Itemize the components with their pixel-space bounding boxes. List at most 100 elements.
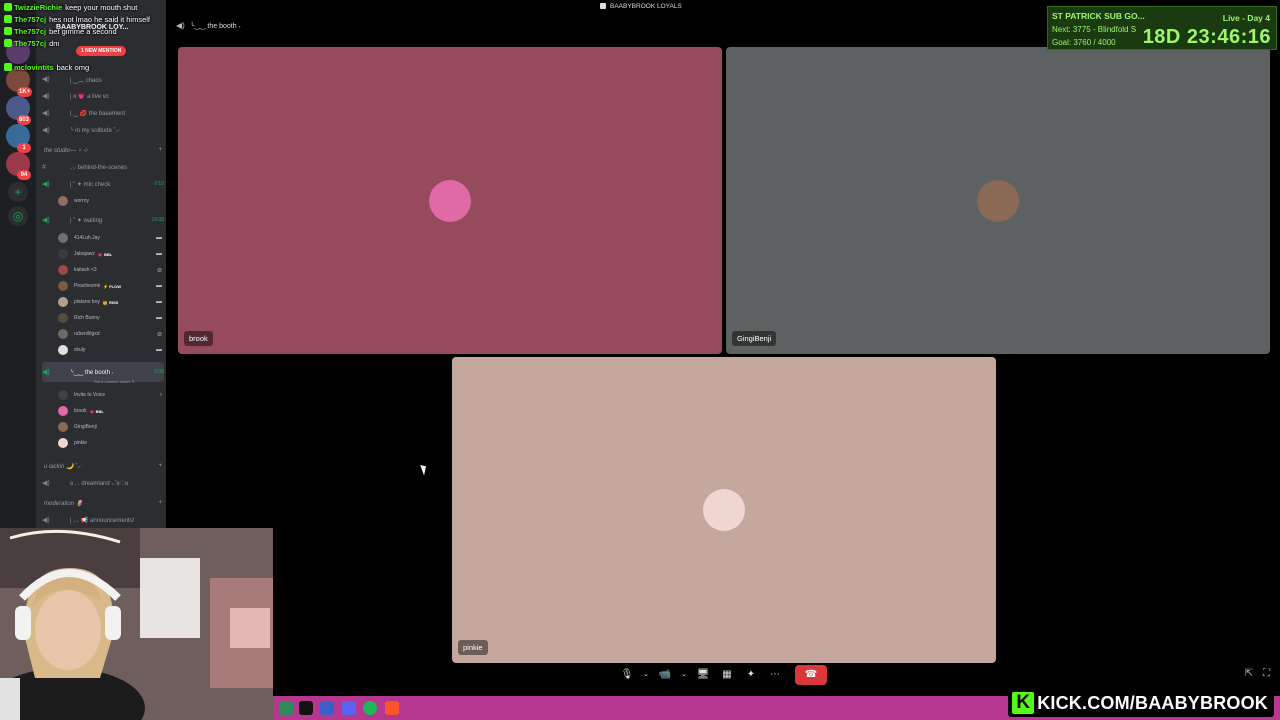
megaphone-icon: ◀) [42,517,50,524]
camera-icon: ▬ [156,251,162,257]
avatar [58,406,68,416]
camera-icon: ▬ [156,299,162,305]
soundboard-button[interactable]: ✦ [741,665,761,685]
mouse-cursor [420,463,429,476]
spotify-icon[interactable] [363,701,377,715]
speaker-icon: ◀) [176,21,185,30]
avatar [58,265,68,275]
fullscreen-icon[interactable]: ⛶ [1263,668,1270,679]
voice-user[interactable]: 414Luh.Jay ▬ [58,232,162,244]
voice-user[interactable]: platano boy 👑 RISK ▬ [58,296,162,308]
voice-channel-mic-check[interactable]: ◀) | ˚ ✦ mic check 0:10 [42,178,164,190]
app-icon[interactable] [320,701,334,715]
avatar [58,438,68,448]
discord-icon [600,3,606,9]
kick-badge-icon [4,27,12,35]
webcam-image [0,528,273,720]
call-controls: 🎙 ⌄ 📹 ⌄ 🖥 ▦ ✦ ⋯ ☎ [617,664,832,686]
add-channel-icon[interactable]: + [152,147,162,157]
webcam-feed [0,528,273,720]
category-moderation[interactable]: moderation 🌷 · + [44,500,162,510]
chat-message: TwizzieRichie keep your mouth shut [4,3,137,12]
camera-button[interactable]: 📹 [655,665,675,685]
kick-badge-icon [4,15,12,23]
speaker-icon: ◀) [42,480,50,487]
voice-user[interactable]: Jabajawz 💗 BBL ▬ [58,248,162,260]
participant-name: pinkie [458,640,488,655]
voice-user[interactable]: kailash <3 ⊘ [58,264,162,276]
voice-user[interactable]: GingiBenji [58,421,162,433]
avatar [58,422,68,432]
avatar [58,281,68,291]
stream-chat-overlay: TwizzieRichie keep your mouth shut The757… [0,0,180,80]
chat-message: The757cj hes not lmao he said it himself [4,15,150,24]
category-studio[interactable]: the studio— ⋆ ⊹ + [44,147,162,157]
kick-badge-icon [4,3,12,11]
participant-tile-brook[interactable]: brook [178,47,722,354]
voice-channel[interactable]: ◀) | ‿ 💋 the basement [42,107,164,119]
speaker-icon: ◀) [42,217,50,224]
chat-message: The757cj dm [4,39,60,48]
channel-status[interactable]: Set a channel status ✎ [94,379,135,384]
voice-user[interactable]: pinkie [58,437,162,449]
avatar [58,297,68,307]
chat-message: The757cj bet gimme a second [4,27,117,36]
tiktok-icon[interactable] [299,701,313,715]
avatar [429,179,471,222]
more-options-button[interactable]: ⋯ [765,665,785,685]
announcement-channel[interactable]: ◀) | ⸝⸝ 📢 announcements! [42,514,164,526]
chevron-down-icon[interactable]: ⌄ [641,665,651,685]
voice-user[interactable]: ruben/lilgxd ⊘ [58,328,162,340]
kick-url: KICK.COM/BAABYBROOK [1037,692,1268,713]
subathon-title: ST PATRICK SUB GO... [1052,11,1145,21]
kick-badge-icon [4,63,12,71]
window-title: BAABYBROOK LOYALS [600,3,682,10]
avatar [58,196,68,206]
add-channel-icon[interactable]: + [152,463,162,473]
avatar [977,179,1019,222]
voice-user[interactable]: Peachesmk ⚡ FLOW ▬ [58,280,162,292]
server-badge: 94 [17,170,31,180]
camera-icon: ▬ [156,315,162,321]
text-channel[interactable]: # ⸝⸝ behind-the-scenes [42,161,164,173]
voice-user[interactable]: skuly ▬ [58,344,162,356]
add-channel-icon[interactable]: + [152,500,162,510]
voice-channel[interactable]: ◀) | ɞ 💗 a live vc [42,90,164,102]
invite-icon [58,390,68,400]
activities-button[interactable]: ▦ [717,665,737,685]
category-lackin[interactable]: u lackin 🌙 ˚₊‧ + [44,463,162,473]
voice-user[interactable]: brook 💗 BBL [58,405,162,417]
voice-user[interactable]: Rich Bunny ▬ [58,312,162,324]
popout-icon[interactable]: ⇱ [1245,668,1253,679]
microphone-button[interactable]: 🎙 [617,665,637,685]
avatar [58,345,68,355]
screen-share-button[interactable]: 🖥 [693,665,713,685]
goal-progress: Goal: 3760 / 4000 [1052,38,1116,47]
participant-tile-pinkie[interactable]: pinkie [452,357,996,663]
subathon-widget: ST PATRICK SUB GO... Live - Day 4 Next: … [1047,6,1277,50]
discord-icon[interactable] [342,701,356,715]
brave-icon[interactable] [385,701,399,715]
voice-channel[interactable]: ◀) ɞ . . dreamland ₊˚ʚ♡ɞ [42,477,164,489]
voice-channel-waiting[interactable]: ◀) | ˚ ✦ waiting 19:05 [42,214,164,226]
voice-channel[interactable]: ◀) ╰ in my solitude ˚₊‧ [42,124,164,136]
camera-icon: ▬ [156,235,162,241]
chevron-down-icon[interactable]: ⌄ [679,665,689,685]
xbox-icon[interactable] [279,701,293,715]
invite-to-voice[interactable]: Invite to Voice › [58,389,162,401]
muted-icon: ⊘ [156,331,162,338]
voice-user[interactable]: worrny [58,195,162,207]
add-server-icon[interactable]: + [8,182,28,202]
disconnect-button[interactable]: ☎ [795,665,827,685]
avatar [58,329,68,339]
speaker-icon: ◀) [42,369,50,376]
speaker-icon: ◀) [42,181,50,188]
live-day-label: Live - Day 4 [1222,13,1270,23]
camera-icon: ▬ [156,283,162,289]
participant-tile-gingibenji[interactable]: GingiBenji [726,47,1270,354]
hash-icon: # [42,163,46,171]
participant-name: brook [184,331,213,346]
discover-icon[interactable]: ◎ [8,206,28,226]
call-channel-name: ╰‿‿ the booth ˖ [190,23,241,30]
avatar [703,489,745,531]
